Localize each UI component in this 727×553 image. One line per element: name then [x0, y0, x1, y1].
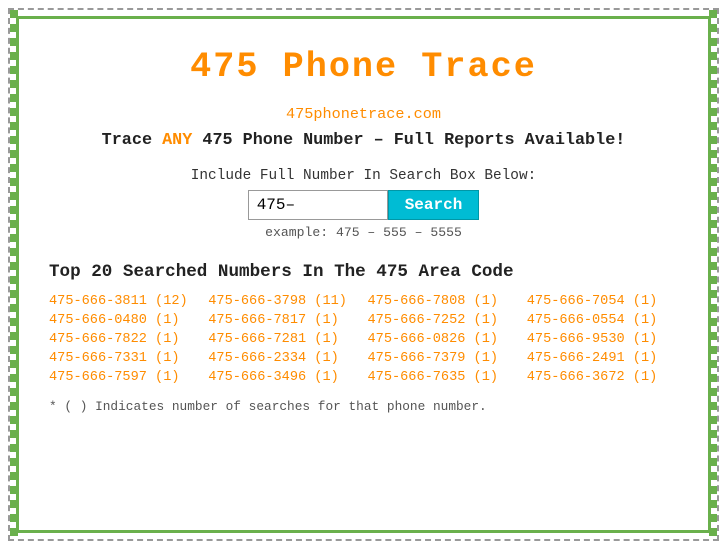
number-link[interactable]: 475-666-7597 (1) [49, 370, 200, 385]
number-link[interactable]: 475-666-3798 (11) [208, 294, 359, 309]
number-link[interactable]: 475-666-7054 (1) [527, 294, 678, 309]
number-link[interactable]: 475-666-7331 (1) [49, 351, 200, 366]
number-link[interactable]: 475-666-7252 (1) [368, 313, 519, 328]
right-decorative-bar [709, 10, 717, 539]
number-link[interactable]: 475-666-0554 (1) [527, 313, 678, 328]
tagline-any: ANY [162, 131, 192, 150]
number-link[interactable]: 475-666-7635 (1) [368, 370, 519, 385]
number-link[interactable]: 475-666-7808 (1) [368, 294, 519, 309]
left-decorative-bar [10, 10, 18, 539]
inner-border: 475 Phone Trace 475phonetrace.com Trace … [16, 16, 711, 533]
search-section: Include Full Number In Search Box Below:… [49, 168, 678, 240]
page-title: 475 Phone Trace [49, 29, 678, 105]
number-link[interactable]: 475-666-2491 (1) [527, 351, 678, 366]
top-numbers-title: Top 20 Searched Numbers In The 475 Area … [49, 262, 678, 282]
number-link[interactable]: 475-666-7379 (1) [368, 351, 519, 366]
number-link[interactable]: 475-666-7817 (1) [208, 313, 359, 328]
number-link[interactable]: 475-666-3672 (1) [527, 370, 678, 385]
outer-border: 475 Phone Trace 475phonetrace.com Trace … [8, 8, 719, 541]
number-link[interactable]: 475-666-3496 (1) [208, 370, 359, 385]
search-example: example: 475 – 555 – 5555 [49, 225, 678, 240]
tagline: Trace ANY 475 Phone Number – Full Report… [49, 131, 678, 150]
tagline-after: 475 Phone Number – Full Reports Availabl… [192, 131, 625, 150]
search-button[interactable]: Search [388, 190, 480, 220]
tagline-before: Trace [102, 131, 162, 150]
site-url: 475phonetrace.com [49, 105, 678, 123]
number-link[interactable]: 475-666-7822 (1) [49, 332, 200, 347]
number-link[interactable]: 475-666-0826 (1) [368, 332, 519, 347]
number-link[interactable]: 475-666-7281 (1) [208, 332, 359, 347]
search-row: Search [49, 190, 678, 220]
number-link[interactable]: 475-666-2334 (1) [208, 351, 359, 366]
number-link[interactable]: 475-666-0480 (1) [49, 313, 200, 328]
search-label: Include Full Number In Search Box Below: [49, 168, 678, 184]
number-link[interactable]: 475-666-9530 (1) [527, 332, 678, 347]
footnote: * ( ) Indicates number of searches for t… [49, 399, 678, 414]
search-input[interactable] [248, 190, 388, 220]
number-link[interactable]: 475-666-3811 (12) [49, 294, 200, 309]
numbers-grid: 475-666-3811 (12) 475-666-3798 (11) 475-66… [49, 294, 678, 385]
